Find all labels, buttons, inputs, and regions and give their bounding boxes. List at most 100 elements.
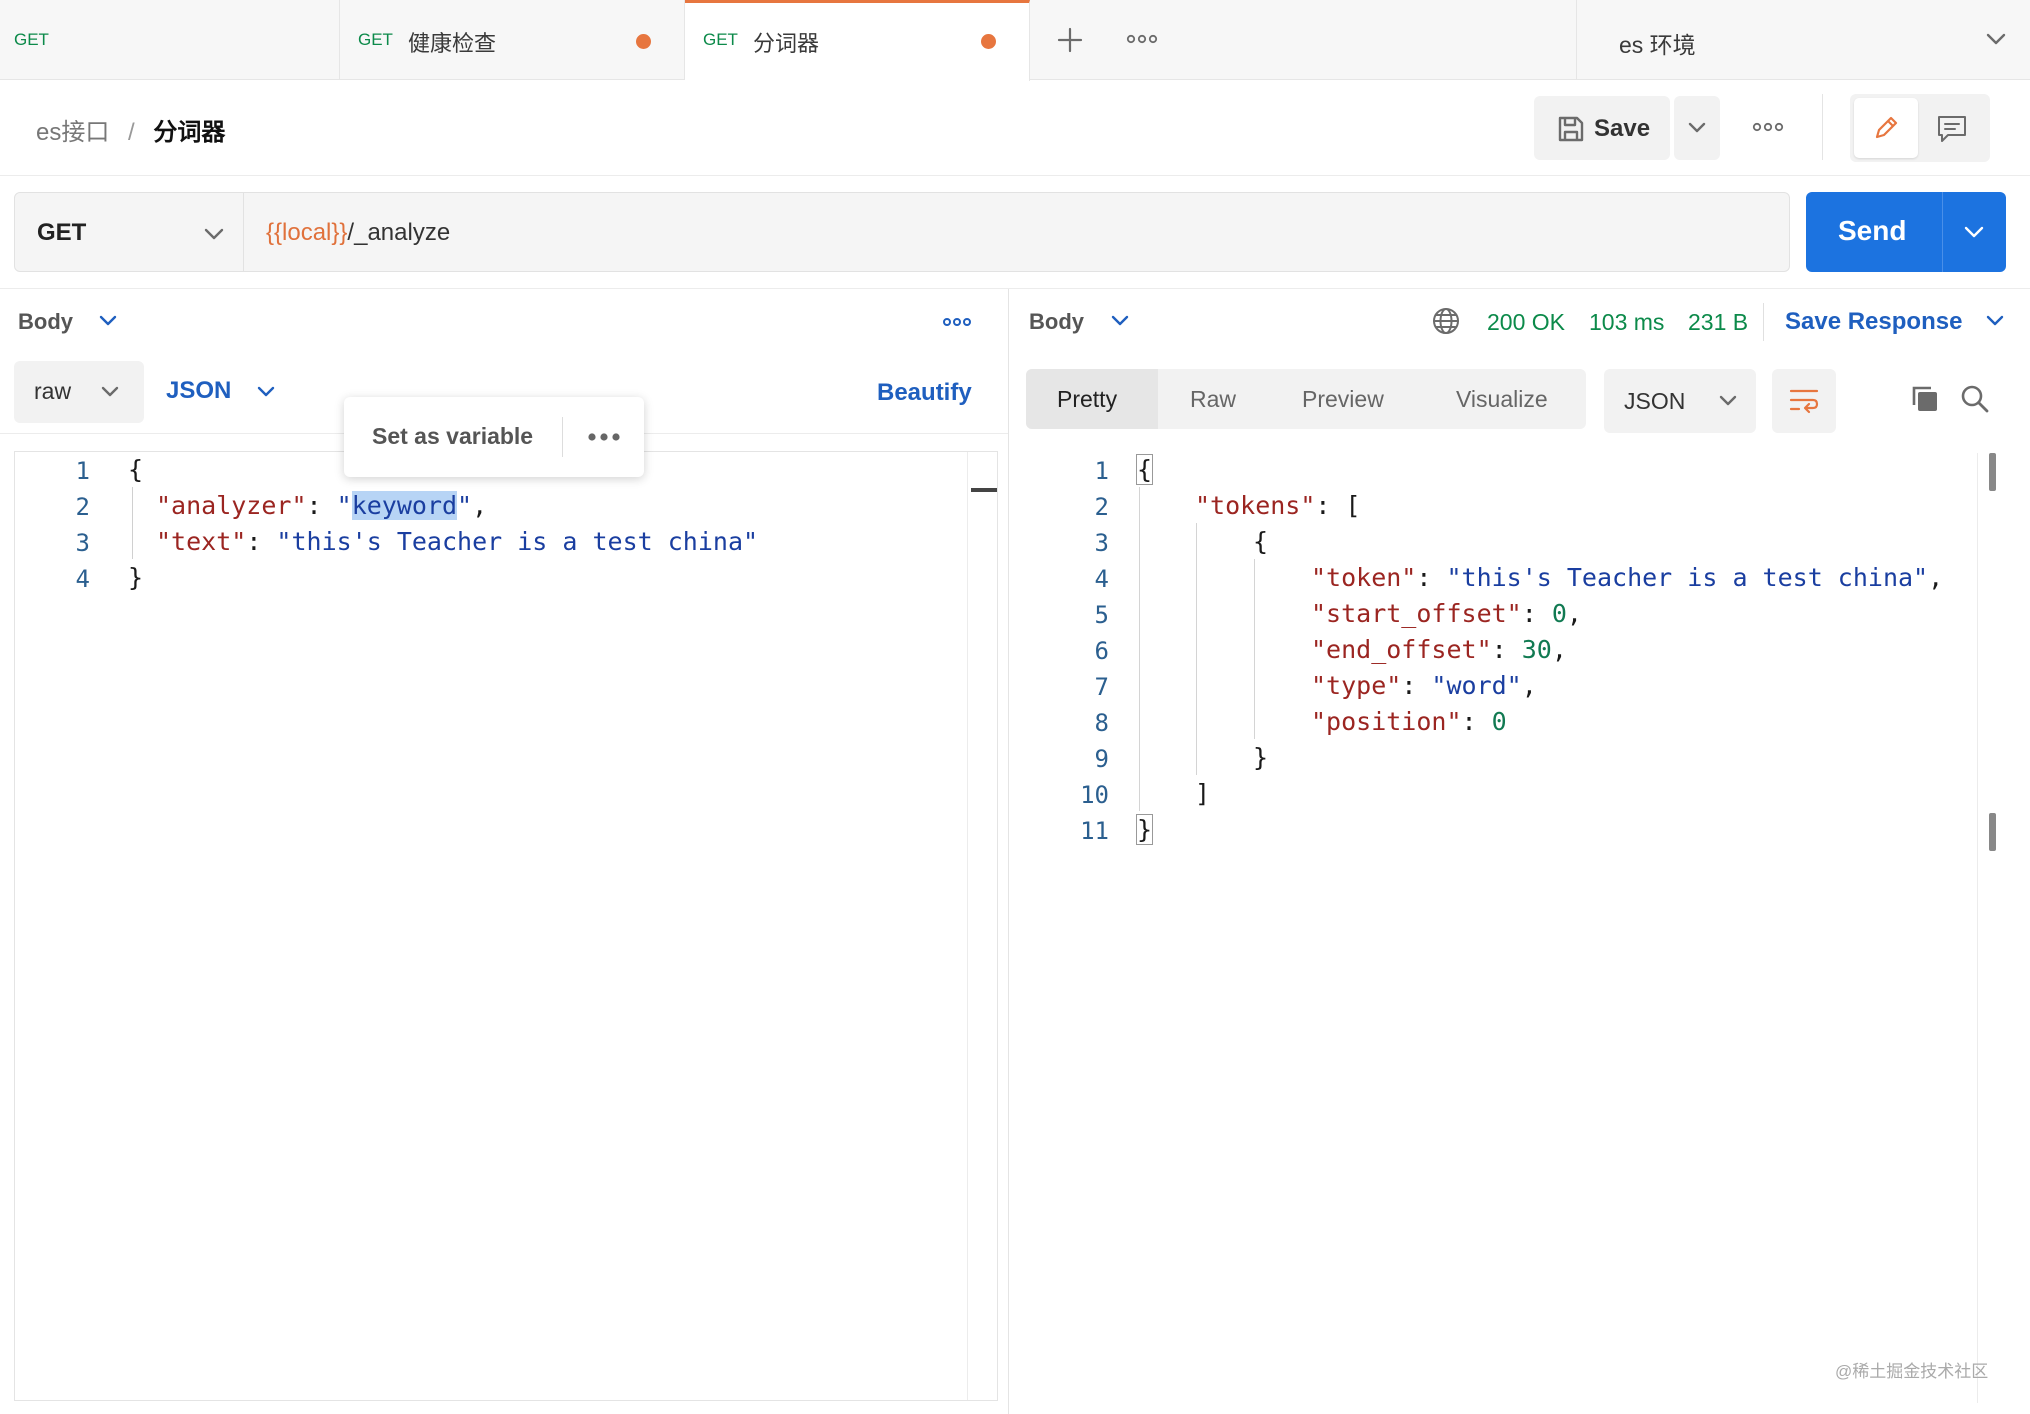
view-tab-raw[interactable]: Raw — [1190, 386, 1236, 413]
json-key: "text" — [156, 527, 247, 556]
json-string: "this's Teacher is a test china" — [1446, 563, 1929, 592]
json-key: "token" — [1311, 563, 1417, 592]
chevron-down-icon[interactable] — [1985, 314, 2005, 328]
globe-icon[interactable] — [1431, 306, 1461, 336]
code-line: "token": "this's Teacher is a test china… — [1311, 563, 1944, 592]
response-scrollbar-track — [1977, 453, 1978, 1403]
response-size[interactable]: 231 B — [1688, 309, 1748, 336]
indent-guide — [1196, 523, 1197, 775]
wrap-lines-icon — [1789, 389, 1819, 414]
watermark: @稀土掘金技术社区 — [1835, 1362, 1989, 1381]
line-number: 1 — [75, 457, 90, 485]
chevron-down-icon — [257, 386, 275, 397]
unsaved-indicator — [981, 34, 996, 49]
more-tabs-icon[interactable] — [1126, 32, 1158, 46]
indent-guide — [132, 487, 133, 559]
request-code-editor[interactable] — [14, 451, 998, 1401]
tab-title: 健康检查 — [408, 31, 497, 56]
beautify-button[interactable]: Beautify — [877, 379, 972, 407]
body-mode-selector[interactable]: raw — [14, 361, 144, 423]
url-input[interactable]: {{local}}/_analyze — [244, 192, 1790, 272]
request-tab[interactable]: GET — [0, 0, 340, 80]
chevron-down-icon — [101, 386, 119, 397]
bracket: ] — [1195, 779, 1211, 808]
response-view-tabs: Pretty Raw Preview Visualize — [1026, 369, 1586, 429]
wrap-lines-button[interactable] — [1772, 369, 1836, 433]
search-icon[interactable] — [1959, 383, 1991, 415]
request-tab-analyzer[interactable]: GET 分词器 — [685, 0, 1030, 81]
bracket: [ — [1345, 491, 1361, 520]
response-time[interactable]: 103 ms — [1589, 309, 1664, 336]
tab-bar: GET GET 健康检查 GET 分词器 es 环境 — [0, 0, 2030, 81]
code-line: { — [128, 455, 143, 484]
breadcrumb-request: 分词器 — [153, 119, 226, 146]
code-line: } — [128, 563, 143, 592]
brace: } — [1253, 743, 1269, 772]
pencil-icon — [1875, 116, 1898, 139]
line-number: 7 — [1094, 673, 1109, 701]
url-text: {{local}}/_analyze — [266, 219, 450, 247]
line-number: 9 — [1094, 745, 1109, 773]
save-label: Save — [1594, 115, 1651, 142]
chevron-down-icon — [204, 228, 224, 240]
view-mode-toggle — [1850, 94, 1990, 162]
editor-scrollbar-track — [967, 452, 968, 1400]
tab-method-label: GET — [14, 30, 49, 49]
selected-text[interactable]: keyword — [351, 491, 458, 520]
chevron-down-icon[interactable] — [1110, 314, 1130, 328]
chevron-down-icon[interactable] — [98, 314, 118, 328]
more-options-icon[interactable] — [942, 316, 972, 328]
response-scrollbar-thumb[interactable] — [1989, 453, 1996, 491]
json-key: "analyzer" — [156, 491, 307, 520]
body-format-selector[interactable]: JSON — [160, 361, 290, 423]
json-key: "position" — [1311, 707, 1462, 736]
editor-scrollbar-marker[interactable] — [971, 488, 997, 492]
code-line: { — [1135, 454, 1154, 485]
body-tab-label[interactable]: Body — [18, 309, 73, 335]
line-number: 4 — [75, 565, 90, 593]
send-button[interactable]: Send — [1806, 192, 2006, 272]
environment-label: es 环境 — [1619, 32, 1696, 58]
header-divider — [1822, 94, 1823, 160]
new-tab-plus-icon[interactable] — [1056, 26, 1084, 54]
copy-icon[interactable] — [1909, 383, 1941, 415]
breadcrumb-separator: / — [128, 119, 135, 146]
indent-guide — [1139, 487, 1140, 811]
set-as-variable-button[interactable]: Set as variable — [372, 423, 533, 450]
chevron-down-icon[interactable] — [1963, 224, 1985, 240]
view-tab-preview[interactable]: Preview — [1302, 386, 1384, 413]
brace-match: } — [1135, 814, 1154, 845]
tooltip-divider — [562, 417, 563, 457]
method-selector[interactable]: GET — [14, 192, 244, 272]
more-actions-icon[interactable] — [1752, 120, 1784, 134]
edit-mode-button[interactable] — [1854, 98, 1918, 158]
save-button[interactable]: Save — [1534, 96, 1670, 160]
code-line: "analyzer": "keyword", — [156, 491, 488, 520]
response-body-tab-label[interactable]: Body — [1029, 309, 1084, 335]
tab-title: 分词器 — [753, 31, 820, 56]
view-tab-visualize[interactable]: Visualize — [1456, 386, 1548, 413]
request-tab-health-check[interactable]: GET 健康检查 — [340, 0, 685, 80]
json-quote: " — [457, 491, 473, 520]
brace-match: { — [1135, 454, 1154, 485]
json-string: "this's Teacher is a test china" — [276, 527, 759, 556]
save-response-button[interactable]: Save Response — [1785, 308, 1962, 336]
send-divider — [1942, 192, 1943, 272]
comments-icon[interactable] — [1936, 114, 1968, 144]
url-variable: {{local}} — [266, 219, 348, 246]
code-line: "tokens": [ — [1195, 491, 1361, 520]
selection-tooltip: Set as variable — [344, 397, 644, 477]
view-tab-pretty[interactable]: Pretty — [1026, 369, 1158, 429]
body-mode-label: raw — [34, 378, 72, 404]
code-line: "start_offset": 0, — [1311, 599, 1582, 628]
breadcrumb: es接口 / 分词器 — [36, 112, 225, 147]
response-format-selector[interactable]: JSON — [1604, 369, 1756, 433]
line-number: 8 — [1094, 709, 1109, 737]
status-code[interactable]: 200 OK — [1487, 309, 1565, 336]
code-line: } — [1135, 814, 1154, 845]
more-options-icon[interactable] — [586, 431, 622, 443]
save-options-dropdown[interactable] — [1674, 96, 1720, 160]
json-quote: " — [336, 491, 352, 520]
breadcrumb-collection[interactable]: es接口 — [36, 119, 109, 146]
environment-selector[interactable]: es 环境 — [1576, 0, 2030, 80]
